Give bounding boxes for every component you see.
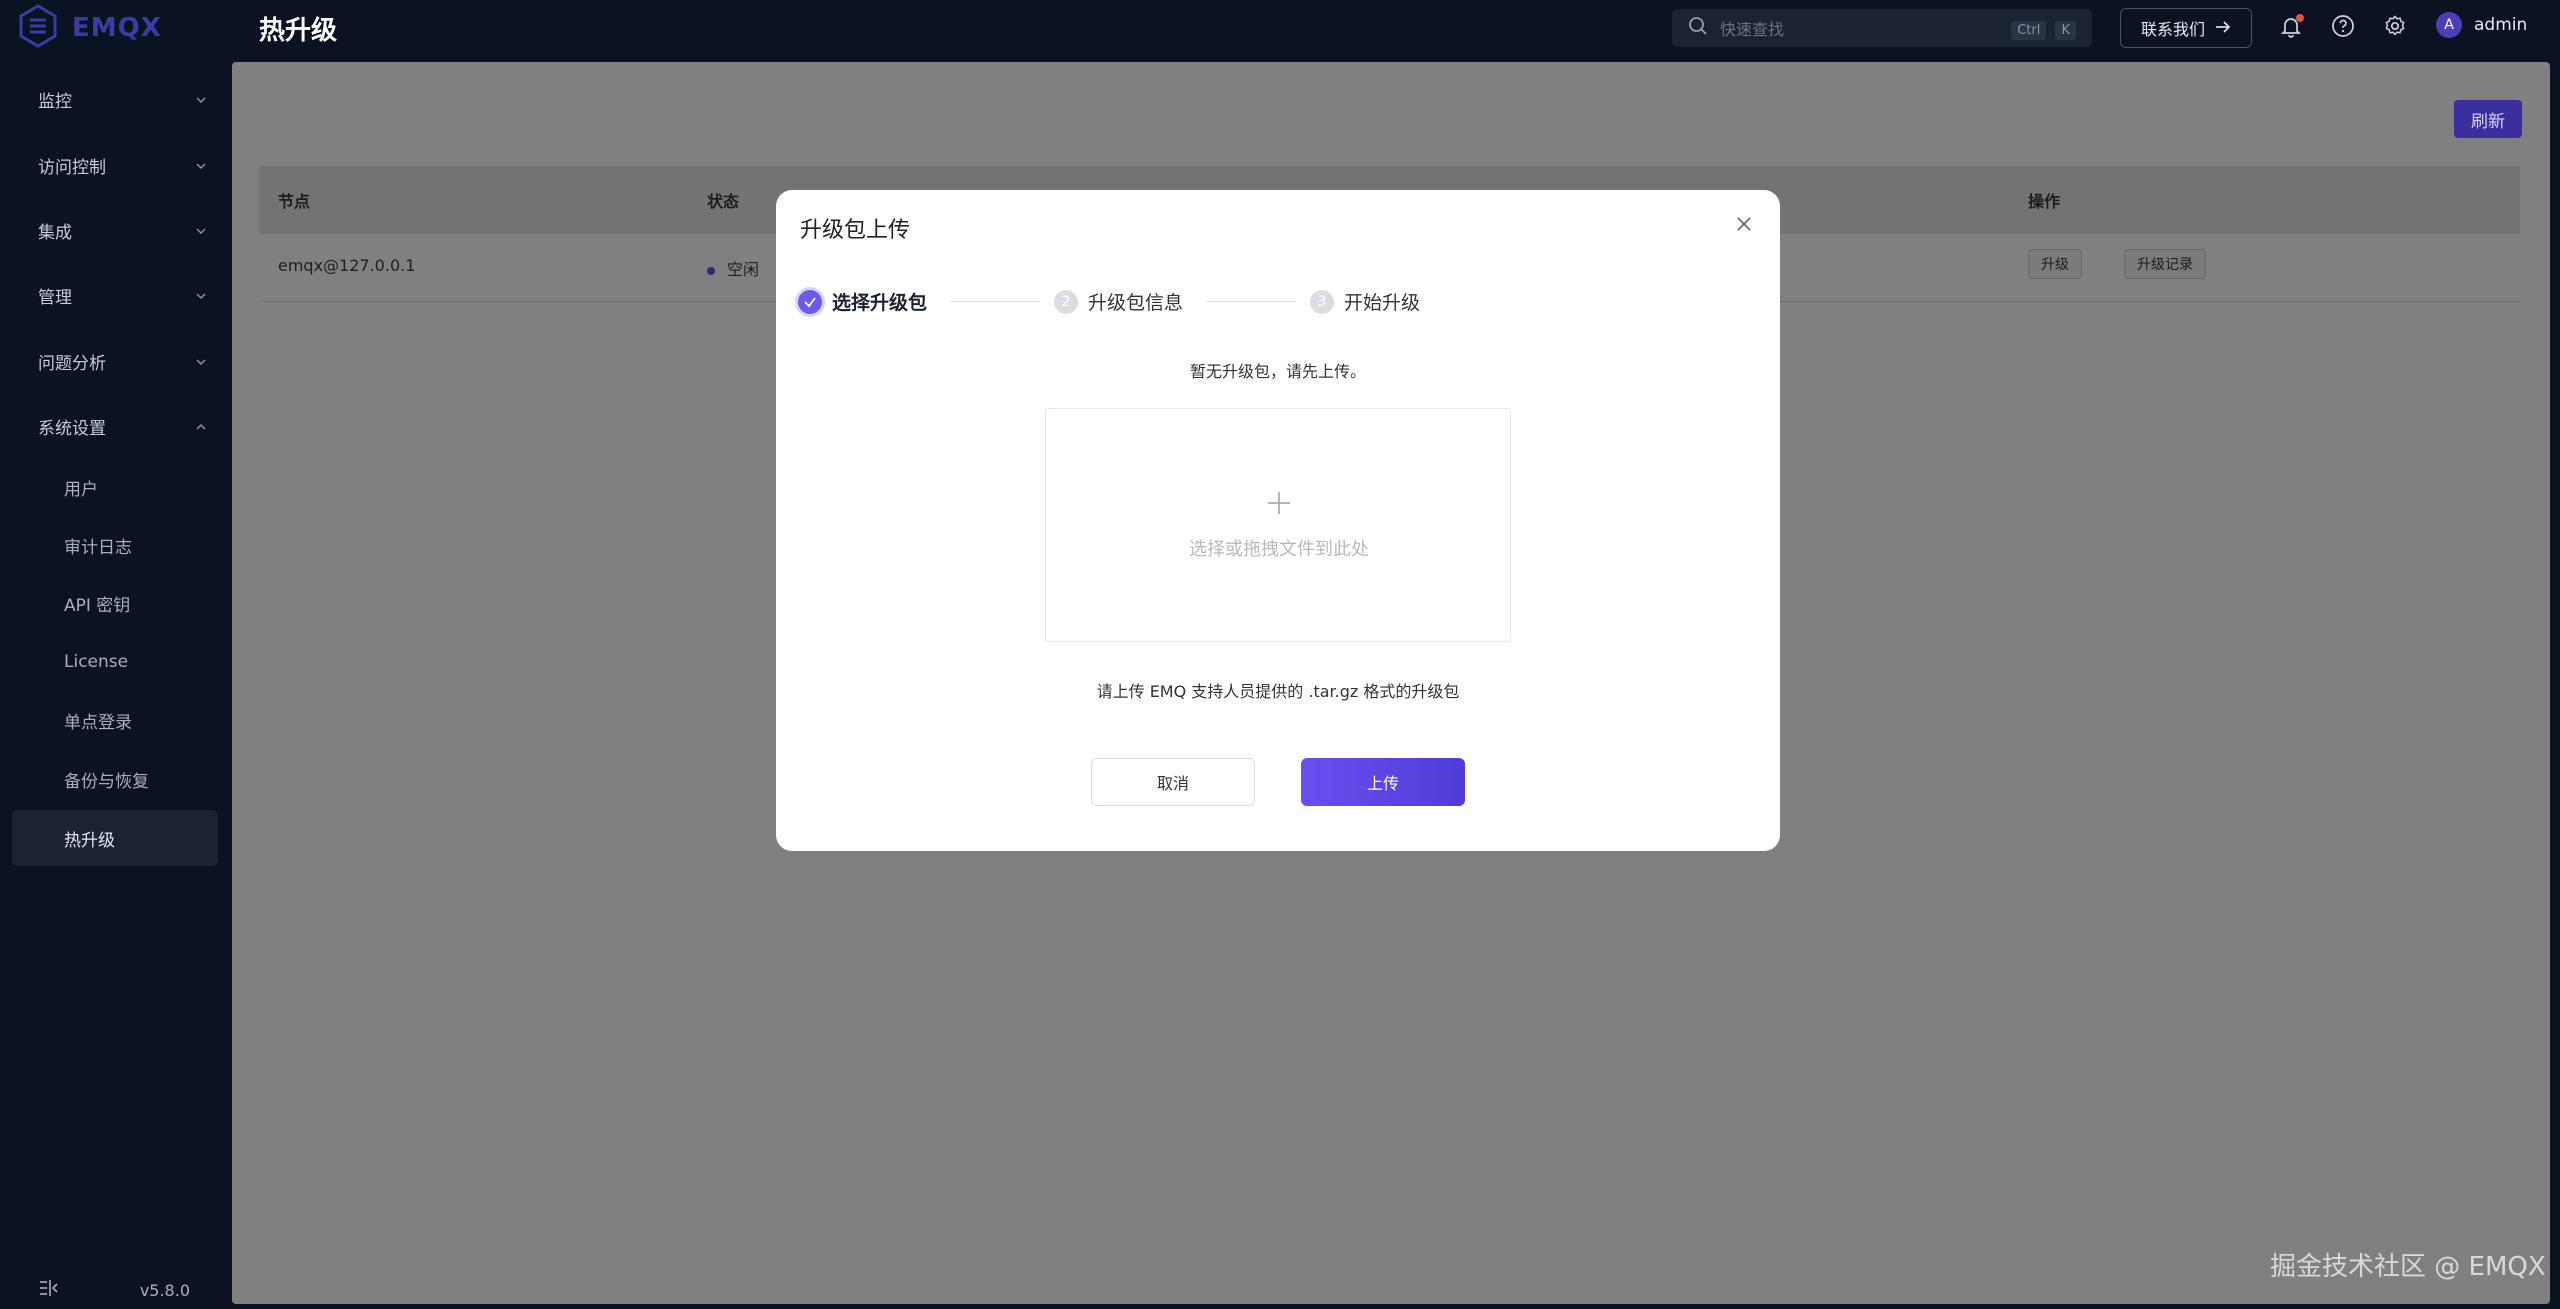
- upgrade-history-button[interactable]: 升级记录: [2124, 249, 2206, 279]
- collapse-sidebar-icon[interactable]: [38, 1279, 60, 1301]
- gear-icon: [2383, 14, 2407, 42]
- sidebar-item-hot-upgrade[interactable]: 热升级: [12, 810, 218, 866]
- sidebar-item-label: 审计日志: [64, 537, 132, 558]
- contact-us-button[interactable]: 联系我们: [2120, 8, 2252, 48]
- search-placeholder: 快速查找: [1720, 20, 1785, 39]
- brand[interactable]: EMQX: [18, 4, 162, 52]
- upload-dialog: 升级包上传 选择升级包 2 升级包信息 3 开始升级 暂无升级包，请先上传。 选…: [776, 190, 1780, 851]
- user-menu[interactable]: A admin: [2436, 12, 2527, 38]
- chevron-down-icon: [194, 354, 208, 374]
- arrow-right-icon: [2215, 19, 2231, 38]
- chevron-down-icon: [194, 158, 208, 178]
- step-package-info: 2 升级包信息: [1054, 288, 1183, 315]
- sidebar-footer: v5.8.0: [0, 1271, 232, 1309]
- step-number: 2: [1054, 289, 1078, 314]
- sidebar-item-sso[interactable]: 单点登录: [12, 692, 218, 748]
- sidebar-item-label: 监控: [38, 91, 72, 112]
- step-connector: [1206, 301, 1296, 302]
- upload-button[interactable]: 上传: [1301, 758, 1465, 806]
- shortcut-hint: Ctrl K: [2007, 19, 2076, 40]
- settings-button[interactable]: [2381, 14, 2409, 42]
- sidebar-item-integration[interactable]: 集成: [0, 210, 232, 250]
- help-icon: [2331, 14, 2355, 42]
- sidebar-item-label: 系统设置: [38, 418, 106, 439]
- close-button[interactable]: [1732, 214, 1756, 238]
- sidebar-item-label: 问题分析: [38, 353, 106, 374]
- sidebar-item-diagnostics[interactable]: 问题分析: [0, 341, 232, 381]
- version-label: v5.8.0: [139, 1280, 190, 1300]
- notification-dot: [2296, 14, 2304, 22]
- status-text: 空闲: [727, 260, 760, 279]
- sidebar-item-label: 备份与恢复: [64, 771, 149, 792]
- column-header-status: 状态: [707, 192, 740, 211]
- top-bar: EMQX 热升级 快速查找 Ctrl K 联系我们 A admin: [0, 0, 2560, 57]
- column-header-node: 节点: [278, 192, 311, 211]
- chevron-up-icon: [194, 419, 208, 439]
- step-select-package: 选择升级包: [798, 288, 927, 315]
- step-connector: [950, 301, 1040, 302]
- notification-button[interactable]: [2277, 14, 2305, 42]
- search-input[interactable]: 快速查找 Ctrl K: [1672, 9, 2092, 47]
- sidebar-item-label: 访问控制: [38, 157, 106, 178]
- step-label: 开始升级: [1344, 292, 1421, 314]
- dialog-title: 升级包上传: [800, 218, 911, 243]
- step-label: 选择升级包: [832, 292, 928, 314]
- step-number: 3: [1310, 289, 1334, 314]
- sidebar-item-audit-log[interactable]: 审计日志: [12, 517, 218, 573]
- sidebar-item-label: 单点登录: [64, 712, 132, 733]
- column-header-actions: 操作: [2028, 192, 2061, 211]
- watermark: 掘金技术社区 @ EMQX: [2270, 1252, 2546, 1282]
- sidebar-item-label: 热升级: [64, 830, 115, 851]
- chevron-down-icon: [194, 223, 208, 243]
- close-icon: [1736, 216, 1752, 236]
- step-start-upgrade: 3 开始升级: [1310, 288, 1420, 315]
- sidebar: 监控 访问控制 集成 管理 问题分析 系统设置 用户 审计日志 API 密钥 L…: [0, 57, 232, 1309]
- shortcut-key-k: K: [2055, 20, 2076, 40]
- help-button[interactable]: [2329, 14, 2357, 42]
- empty-package-hint: 暂无升级包，请先上传。: [1189, 362, 1366, 381]
- sidebar-item-backup-restore[interactable]: 备份与恢复: [12, 751, 218, 807]
- upgrade-steps: 选择升级包 2 升级包信息 3 开始升级: [798, 288, 1498, 316]
- check-icon: [798, 289, 822, 314]
- sidebar-item-label: 管理: [38, 287, 72, 308]
- shortcut-key-ctrl: Ctrl: [2011, 20, 2047, 40]
- status-dot: [707, 266, 715, 275]
- cancel-button[interactable]: 取消: [1091, 758, 1255, 806]
- file-dropzone[interactable]: 选择或拖拽文件到此处: [1045, 408, 1511, 642]
- avatar: A: [2436, 12, 2462, 38]
- dropzone-text: 选择或拖拽文件到此处: [1189, 539, 1369, 560]
- search-icon: [1688, 16, 1708, 40]
- brand-name: EMQX: [72, 13, 162, 43]
- chevron-down-icon: [194, 288, 208, 308]
- format-hint: 请上传 EMQ 支持人员提供的 .tar.gz 格式的升级包: [1096, 682, 1460, 701]
- refresh-button[interactable]: 刷新: [2454, 100, 2522, 138]
- page-title: 热升级: [259, 16, 338, 46]
- username: admin: [2474, 15, 2528, 35]
- sidebar-item-system-settings[interactable]: 系统设置: [0, 406, 232, 446]
- sidebar-item-license[interactable]: License: [12, 634, 218, 690]
- upgrade-button[interactable]: 升级: [2028, 249, 2082, 279]
- sidebar-item-management[interactable]: 管理: [0, 275, 232, 315]
- sidebar-item-label: License: [64, 652, 129, 672]
- sidebar-item-users[interactable]: 用户: [12, 459, 218, 515]
- sidebar-item-access-control[interactable]: 访问控制: [0, 145, 232, 185]
- sidebar-item-api-keys[interactable]: API 密钥: [12, 575, 218, 631]
- sidebar-item-label: 用户: [64, 479, 98, 500]
- sidebar-item-label: API 密钥: [64, 595, 131, 616]
- sidebar-item-monitoring[interactable]: 监控: [0, 79, 232, 119]
- sidebar-item-label: 集成: [38, 222, 72, 243]
- contact-us-label: 联系我们: [2140, 20, 2205, 39]
- plus-icon: [1267, 491, 1291, 515]
- step-label: 升级包信息: [1088, 292, 1184, 314]
- chevron-down-icon: [194, 92, 208, 112]
- node-name: emqx@127.0.0.1: [278, 256, 416, 275]
- status-badge: 空闲: [707, 256, 759, 280]
- emqx-logo-icon: [18, 4, 58, 52]
